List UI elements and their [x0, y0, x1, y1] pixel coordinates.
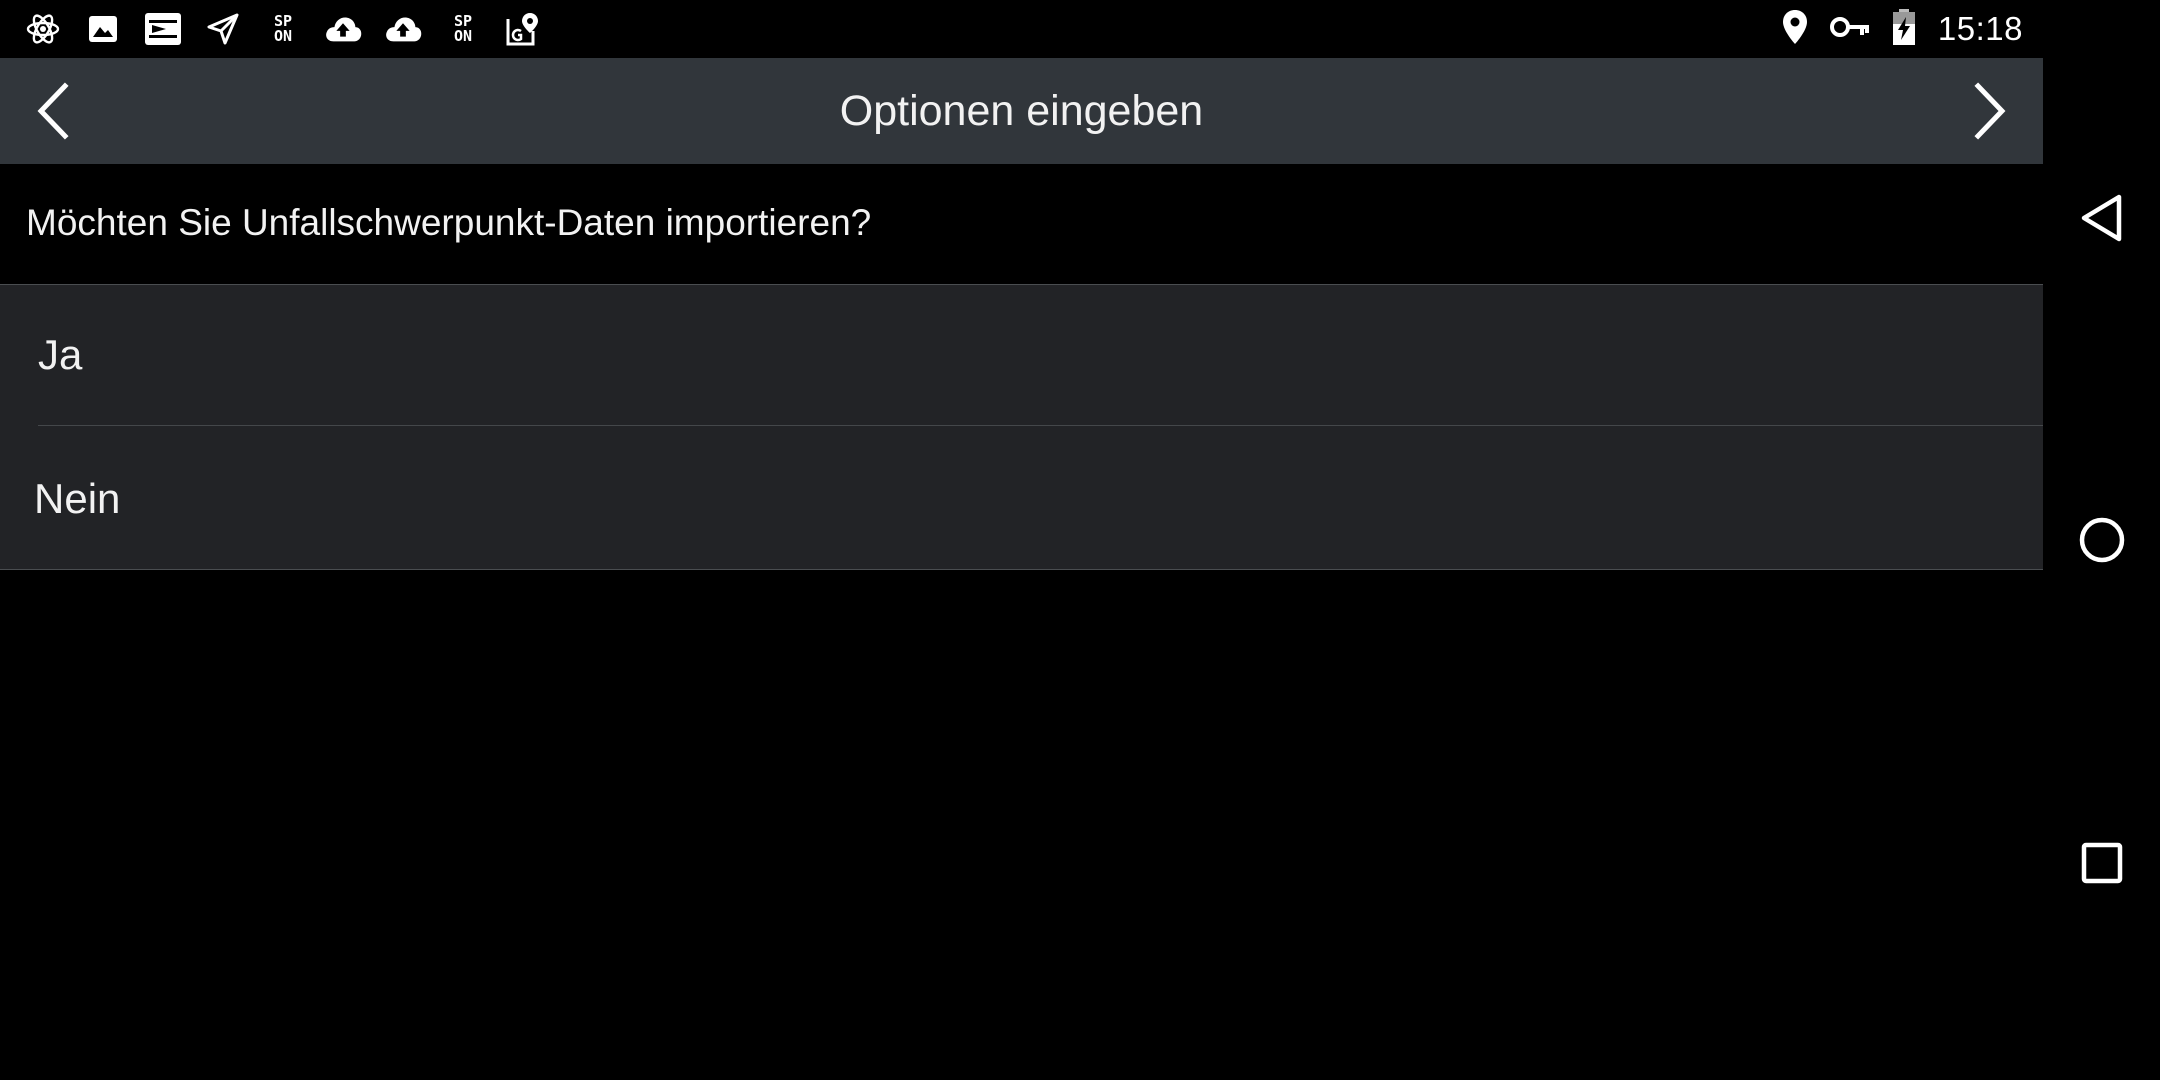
clock: 15:18 [1937, 10, 2023, 47]
chevron-right-icon [1974, 82, 2006, 140]
option-yes[interactable]: Ja [0, 285, 2043, 426]
location-icon [1782, 9, 1808, 50]
status-bar: SP ON SP ON 15:18 [0, 0, 2043, 58]
home-circle-icon [2079, 517, 2124, 563]
cloud-upload-icon [324, 10, 362, 48]
question-header: Möchten Sie Unfallschwerpunkt-Daten impo… [0, 164, 2043, 285]
vpn-key-icon [1829, 15, 1870, 44]
option-no[interactable]: Nein [0, 427, 2043, 568]
sp-on-icon: SP ON [453, 12, 473, 45]
cloud-upload-icon [384, 10, 422, 48]
recents-square-icon [2081, 842, 2122, 884]
battery-charging-icon [1892, 8, 1916, 51]
next-button[interactable] [1937, 58, 2043, 164]
system-status: 15:18 [1782, 0, 2023, 58]
sp-on-icon: SP ON [273, 12, 293, 45]
option-label: Ja [38, 331, 83, 378]
notification-icons: SP ON SP ON [24, 10, 542, 48]
question-text: Möchten Sie Unfallschwerpunkt-Daten impo… [26, 202, 872, 243]
back-triangle-icon [2081, 194, 2121, 242]
input-icon [144, 10, 182, 48]
app-toolbar: Optionen eingeben [0, 58, 2043, 164]
system-navigation-bar [2043, 0, 2160, 1080]
option-label: Nein [34, 475, 121, 522]
atom-icon [24, 10, 62, 48]
map-pin-g-icon [504, 10, 542, 48]
recents-button[interactable] [2043, 803, 2160, 923]
chevron-left-icon [37, 82, 69, 140]
options-list: Ja Nein [0, 285, 2043, 570]
image-icon [84, 10, 122, 48]
home-button[interactable] [2043, 480, 2160, 600]
back-button[interactable] [2043, 158, 2160, 278]
page-title: Optionen eingeben [839, 86, 1204, 135]
send-icon [204, 10, 242, 48]
previous-button[interactable] [0, 58, 106, 164]
